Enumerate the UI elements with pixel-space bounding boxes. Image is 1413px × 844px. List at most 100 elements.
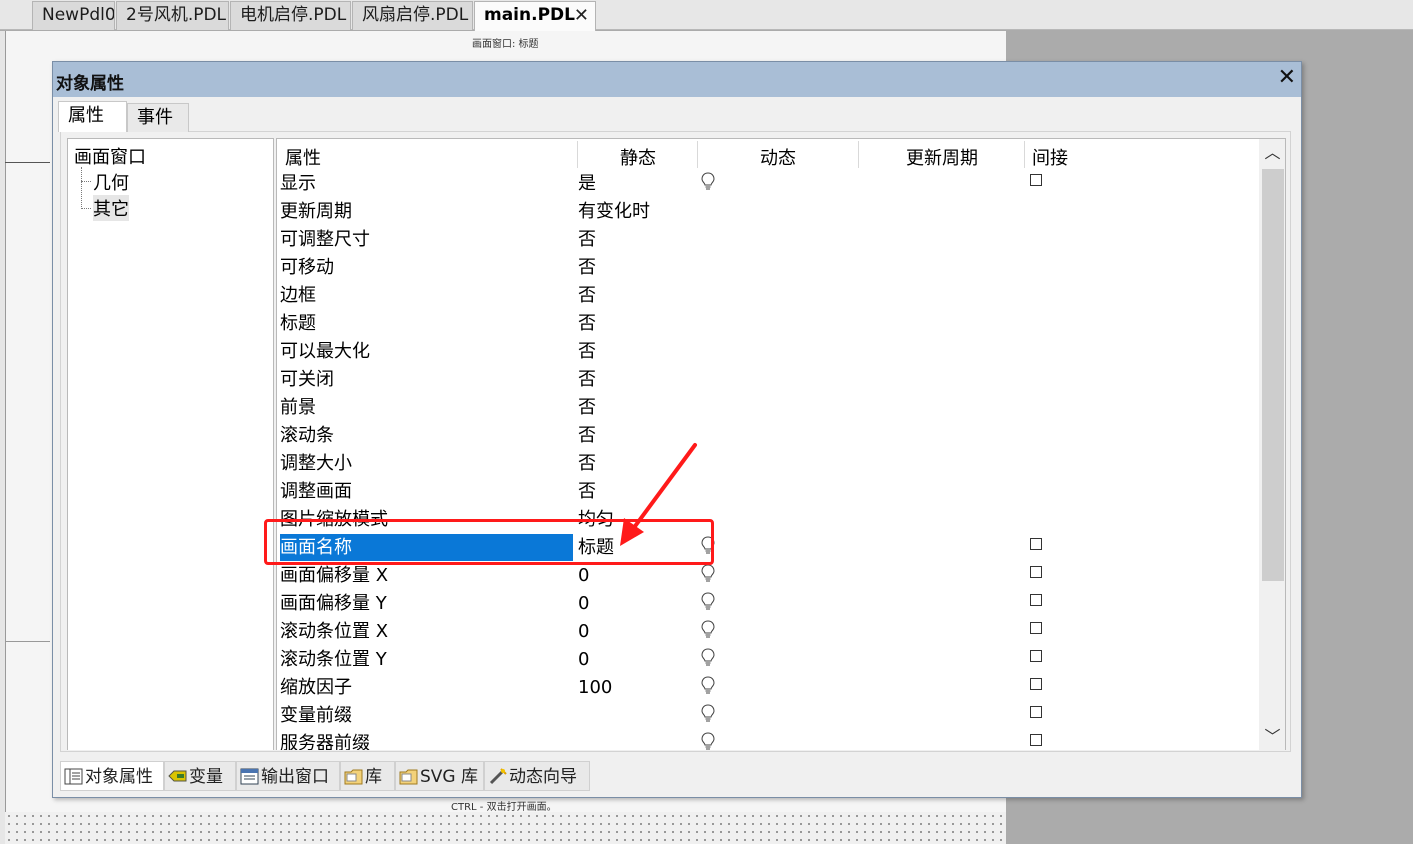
property-static-value[interactable]: 0 <box>578 618 589 645</box>
property-name[interactable]: 调整画面 <box>280 478 573 505</box>
property-name[interactable]: 前景 <box>280 394 573 421</box>
lightbulb-icon[interactable] <box>701 172 715 190</box>
lightbulb-icon[interactable] <box>701 592 715 610</box>
property-static-value[interactable]: 否 <box>578 310 596 337</box>
doc-tab-main[interactable]: main.PDL ✕ <box>474 1 596 31</box>
scroll-up-arrow-icon[interactable]: ︿ <box>1259 141 1285 165</box>
tree-item-geometry[interactable]: 几何 <box>93 169 129 195</box>
property-row[interactable]: 调整画面否 <box>277 477 1259 505</box>
close-tab-icon[interactable]: ✕ <box>574 2 589 29</box>
indirect-checkbox[interactable] <box>1030 706 1042 718</box>
property-static-value[interactable]: 有变化时 <box>578 198 650 225</box>
close-icon[interactable]: ✕ <box>1278 65 1296 90</box>
lightbulb-icon[interactable] <box>701 620 715 638</box>
property-row[interactable]: 更新周期 有变化时 <box>277 197 1259 225</box>
property-row[interactable]: 调整大小否 <box>277 449 1259 477</box>
tab-properties[interactable]: 属性 <box>58 101 127 132</box>
property-static-value[interactable]: 否 <box>578 254 596 281</box>
lightbulb-icon[interactable] <box>701 732 715 750</box>
property-static-value[interactable]: 0 <box>578 646 589 673</box>
column-header-dynamic[interactable]: 动态 <box>760 144 796 170</box>
tab-events[interactable]: 事件 <box>127 103 189 132</box>
scroll-down-arrow-icon[interactable]: ﹀ <box>1259 725 1285 749</box>
property-name[interactable]: 缩放因子 <box>280 674 573 701</box>
indirect-checkbox[interactable] <box>1030 566 1042 578</box>
indirect-checkbox[interactable] <box>1030 174 1042 186</box>
property-static-value[interactable]: 否 <box>578 338 596 365</box>
property-name[interactable]: 可以最大化 <box>280 338 573 365</box>
property-name[interactable]: 滚动条位置 X <box>280 618 573 645</box>
property-static-value[interactable]: 0 <box>578 590 589 617</box>
property-static-value[interactable]: 否 <box>578 478 596 505</box>
property-name[interactable]: 滚动条位置 Y <box>280 646 573 673</box>
property-static-value[interactable]: 100 <box>578 674 612 701</box>
doc-tab-newpdl0[interactable]: NewPdl0 <box>32 1 115 30</box>
property-static-value[interactable]: 否 <box>578 422 596 449</box>
tree-item-picture-window[interactable]: 画面窗口 <box>74 143 146 169</box>
lightbulb-icon[interactable] <box>701 704 715 722</box>
property-row[interactable]: 可以最大化否 <box>277 337 1259 365</box>
property-row[interactable]: 前景否 <box>277 393 1259 421</box>
indirect-checkbox[interactable] <box>1030 678 1042 690</box>
property-row[interactable]: 可移动否 <box>277 253 1259 281</box>
property-name[interactable]: 可移动 <box>280 254 573 281</box>
property-row[interactable]: 变量前缀 <box>277 701 1259 729</box>
property-name[interactable]: 画面偏移量 X <box>280 562 573 589</box>
doc-tab-fan2[interactable]: 2号风机.PDL <box>116 1 229 30</box>
lightbulb-icon[interactable] <box>701 564 715 582</box>
property-row[interactable]: 标题否 <box>277 309 1259 337</box>
column-header-indirect[interactable]: 间接 <box>1032 144 1068 170</box>
property-static-value[interactable]: 0 <box>578 562 589 589</box>
bottom-tab-library[interactable]: 库 <box>340 761 395 791</box>
column-header-static[interactable]: 静态 <box>620 144 656 170</box>
property-name[interactable]: 更新周期 <box>280 198 573 225</box>
column-header-update-cycle[interactable]: 更新周期 <box>906 144 978 170</box>
property-row[interactable]: 画面偏移量 X0 <box>277 561 1259 589</box>
indirect-checkbox[interactable] <box>1030 538 1042 550</box>
property-name[interactable]: 可关闭 <box>280 366 573 393</box>
property-name[interactable]: 可调整尺寸 <box>280 226 573 253</box>
property-static-value[interactable]: 否 <box>578 366 596 393</box>
property-static-value[interactable]: 是 <box>578 170 596 197</box>
bottom-tab-dynamic-wizard[interactable]: 动态向导 <box>484 761 590 791</box>
property-name[interactable]: 服务器前缀 <box>280 730 573 750</box>
property-row[interactable]: 缩放因子 100 <box>277 673 1259 701</box>
property-name[interactable]: 变量前缀 <box>280 702 573 729</box>
property-row[interactable]: 服务器前缀 <box>277 729 1259 750</box>
property-row[interactable]: 边框否 <box>277 281 1259 309</box>
doc-tab-fan-start[interactable]: 风扇启停.PDL <box>352 1 473 30</box>
property-static-value[interactable]: 否 <box>578 394 596 421</box>
property-name[interactable]: 边框 <box>280 282 573 309</box>
indirect-checkbox[interactable] <box>1030 650 1042 662</box>
bottom-tab-output-window[interactable]: 输出窗口 <box>236 761 340 791</box>
property-row[interactable]: 显示是 <box>277 169 1259 197</box>
bottom-tab-tags[interactable]: 变量 <box>164 761 236 791</box>
indirect-checkbox[interactable] <box>1030 622 1042 634</box>
indirect-checkbox[interactable] <box>1030 734 1042 746</box>
dialog-titlebar[interactable]: 对象属性 ✕ <box>53 62 1301 97</box>
tree-item-other[interactable]: 其它 <box>93 195 129 221</box>
bottom-tab-object-properties[interactable]: 对象属性 <box>60 761 164 791</box>
column-header-property[interactable]: 属性 <box>285 144 321 170</box>
scrollbar-thumb[interactable] <box>1262 169 1284 581</box>
lightbulb-icon[interactable] <box>701 648 715 666</box>
property-name[interactable]: 画面偏移量 Y <box>280 590 573 617</box>
property-row[interactable]: 画面偏移量 Y0 <box>277 589 1259 617</box>
property-static-value[interactable]: 否 <box>578 450 596 477</box>
property-static-value[interactable]: 否 <box>578 226 596 253</box>
property-static-value[interactable]: 否 <box>578 282 596 309</box>
property-name[interactable]: 显示 <box>280 170 573 197</box>
vertical-scrollbar[interactable]: ︿ ﹀ <box>1259 139 1285 750</box>
property-name[interactable]: 标题 <box>280 310 573 337</box>
property-row[interactable]: 滚动条位置 Y0 <box>277 645 1259 673</box>
property-row[interactable]: 可关闭否 <box>277 365 1259 393</box>
indirect-checkbox[interactable] <box>1030 594 1042 606</box>
property-row[interactable]: 可调整尺寸否 <box>277 225 1259 253</box>
bottom-tab-svg-library[interactable]: SVG 库 <box>395 761 484 791</box>
property-row[interactable]: 滚动条否 <box>277 421 1259 449</box>
lightbulb-icon[interactable] <box>701 676 715 694</box>
property-name[interactable]: 调整大小 <box>280 450 573 477</box>
doc-tab-motor[interactable]: 电机启停.PDL <box>230 1 351 30</box>
property-name[interactable]: 滚动条 <box>280 422 573 449</box>
property-row[interactable]: 滚动条位置 X0 <box>277 617 1259 645</box>
